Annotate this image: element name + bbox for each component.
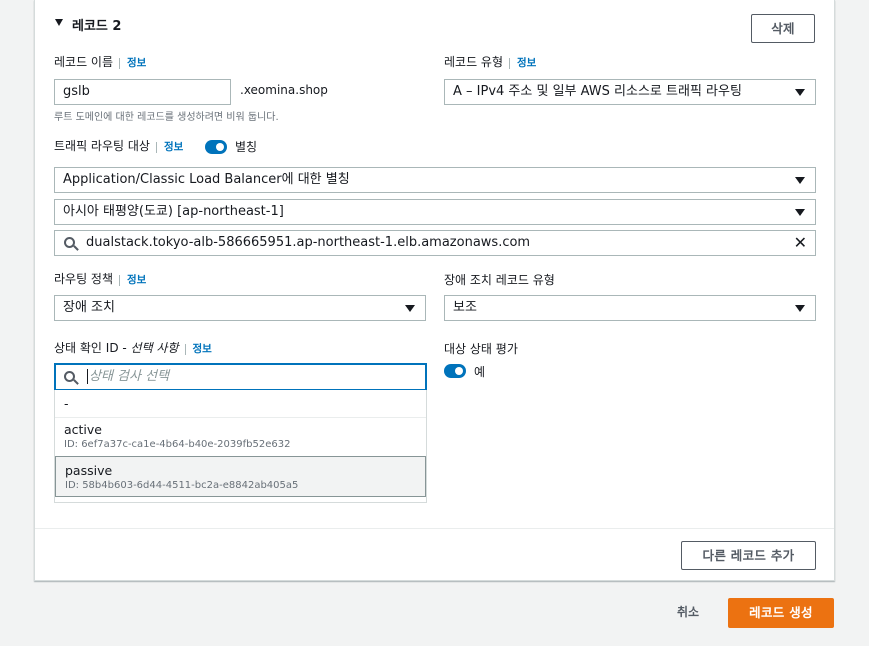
- alias-label: 별칭: [235, 140, 258, 154]
- divider: [35, 528, 834, 529]
- routing-policy-label: 라우팅 정책 정보: [54, 271, 146, 287]
- caret-down-icon: [795, 89, 805, 96]
- domain-suffix: .xeomina.shop: [240, 83, 328, 97]
- add-record-button[interactable]: 다른 레코드 추가: [681, 541, 816, 570]
- info-link[interactable]: 정보: [119, 275, 146, 286]
- divider: [55, 417, 426, 418]
- caret-down-icon[interactable]: [55, 19, 63, 26]
- load-balancer-input[interactable]: dualstack.tokyo-alb-586665951.ap-northea…: [54, 230, 816, 256]
- evaluate-health-label: 대상 상태 평가: [444, 342, 518, 356]
- traffic-target-label-text: 트래픽 라우팅 대상: [54, 139, 150, 153]
- caret-down-icon: [795, 209, 805, 216]
- region-value: 아시아 태평양(도쿄) [ap-northeast-1]: [63, 204, 284, 219]
- health-check-search-input[interactable]: 상태 검사 선택: [54, 363, 427, 391]
- info-link[interactable]: 정보: [119, 58, 146, 69]
- info-link[interactable]: 정보: [155, 142, 183, 153]
- routing-policy-label-text: 라우팅 정책: [54, 272, 114, 286]
- info-link[interactable]: 정보: [509, 58, 536, 69]
- cancel-button[interactable]: 취소: [677, 603, 699, 620]
- record-type-label: 레코드 유형 정보: [444, 54, 536, 70]
- evaluate-health-value: 예: [474, 365, 486, 379]
- dropdown-option-passive[interactable]: passive ID: 58b4b603-6d44-4511-bc2a-e884…: [55, 456, 426, 497]
- delete-button[interactable]: 삭제: [751, 14, 815, 43]
- caret-down-icon: [405, 305, 415, 312]
- search-icon: [64, 237, 75, 248]
- failover-type-select[interactable]: 보조: [444, 295, 816, 321]
- traffic-target-label: 트래픽 라우팅 대상 정보: [54, 138, 183, 154]
- record-name-input[interactable]: gslb: [54, 79, 231, 105]
- text-cursor: [87, 369, 88, 384]
- health-check-label-text: 상태 확인 ID -: [54, 341, 131, 355]
- caret-down-icon: [795, 177, 805, 184]
- dropdown-option-active[interactable]: active ID: 6ef7a37c-ca1e-4b64-b40e-2039f…: [55, 422, 426, 458]
- record-name-label: 레코드 이름 정보: [54, 54, 146, 70]
- optional-text: 선택 사항: [130, 341, 179, 355]
- option-id: ID: 6ef7a37c-ca1e-4b64-b40e-2039fb52e632: [64, 439, 291, 450]
- routing-policy-value: 장애 조치: [63, 300, 115, 315]
- region-select[interactable]: 아시아 태평양(도쿄) [ap-northeast-1]: [54, 199, 816, 225]
- health-check-dropdown: - active ID: 6ef7a37c-ca1e-4b64-b40e-203…: [54, 390, 427, 503]
- record-type-value: A – IPv4 주소 및 일부 AWS 리소스로 트래픽 라우팅: [453, 84, 742, 99]
- record-name-label-text: 레코드 이름: [54, 55, 114, 69]
- dropdown-option-none[interactable]: -: [55, 396, 426, 418]
- info-link[interactable]: 정보: [184, 344, 212, 355]
- record-panel: 레코드 2 삭제 레코드 이름 정보 gslb .xeomina.shop 루트 …: [34, 0, 835, 581]
- alias-toggle[interactable]: [205, 140, 227, 154]
- failover-type-value: 보조: [453, 300, 477, 315]
- create-record-button[interactable]: 레코드 생성: [728, 598, 834, 628]
- option-id: ID: 58b4b603-6d44-4511-bc2a-e8842ab405a5: [65, 480, 299, 491]
- load-balancer-value: dualstack.tokyo-alb-586665951.ap-northea…: [86, 235, 531, 250]
- record-type-select[interactable]: A – IPv4 주소 및 일부 AWS 리소스로 트래픽 라우팅: [444, 79, 816, 105]
- record-type-label-text: 레코드 유형: [444, 55, 504, 69]
- option-title: -: [64, 396, 69, 411]
- failover-type-label: 장애 조치 레코드 유형: [444, 273, 555, 287]
- health-check-label: 상태 확인 ID - 선택 사항 정보: [54, 340, 212, 356]
- option-title: passive: [65, 463, 113, 478]
- routing-policy-select[interactable]: 장애 조치: [54, 295, 426, 321]
- caret-down-icon: [795, 305, 805, 312]
- section-title: 레코드 2: [72, 19, 122, 34]
- evaluate-health-toggle[interactable]: [444, 364, 466, 378]
- record-name-hint: 루트 도메인에 대한 레코드를 생성하려면 비워 둡니다.: [54, 112, 279, 123]
- clear-icon[interactable]: ✕: [794, 234, 807, 252]
- alias-endpoint-value: Application/Classic Load Balancer에 대한 별칭: [63, 172, 350, 187]
- search-icon: [64, 371, 75, 382]
- alias-endpoint-select[interactable]: Application/Classic Load Balancer에 대한 별칭: [54, 167, 816, 193]
- option-title: active: [64, 422, 102, 437]
- health-check-placeholder: 상태 검사 선택: [89, 369, 170, 384]
